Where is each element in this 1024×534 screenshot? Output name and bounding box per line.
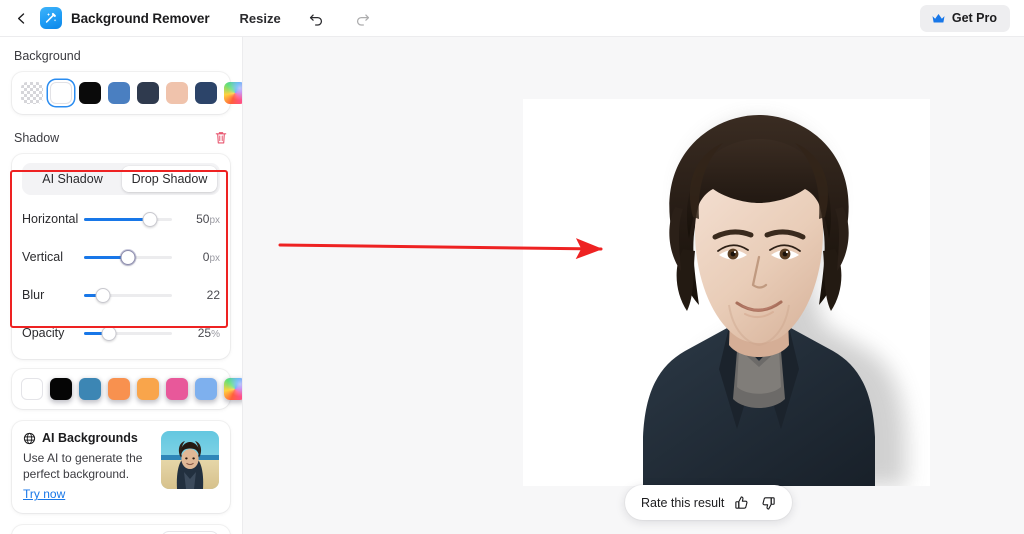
- slider-horizontal: Horizontal 50px: [22, 205, 220, 233]
- app-logo: [40, 7, 62, 29]
- background-swatch-black[interactable]: [79, 82, 101, 104]
- undo-button[interactable]: [307, 8, 327, 28]
- trash-icon: [215, 132, 227, 144]
- shadow-controls-card: AI Shadow Drop Shadow Horizontal 50px Ve…: [12, 154, 230, 359]
- slider-vertical-knob[interactable]: [120, 249, 136, 265]
- get-pro-label: Get Pro: [951, 11, 997, 25]
- background-swatch-blue[interactable]: [108, 82, 130, 104]
- ai-backgrounds-title: AI Backgrounds: [42, 431, 138, 445]
- tab-ai-shadow[interactable]: AI Shadow: [25, 166, 120, 192]
- background-section-title: Background: [14, 49, 81, 63]
- slider-horizontal-track[interactable]: [84, 210, 172, 228]
- slider-opacity: Opacity 25%: [22, 319, 220, 347]
- batch-edit-card[interactable]: Batch Edit Remove up to 200: [12, 525, 230, 534]
- chevron-left-icon: [17, 12, 24, 24]
- shadow-color-pink[interactable]: [166, 378, 188, 400]
- slider-opacity-track[interactable]: [84, 324, 172, 342]
- slider-horizontal-value: 50px: [196, 212, 220, 226]
- background-swatch-deep-navy[interactable]: [195, 82, 217, 104]
- redo-button[interactable]: [353, 8, 373, 28]
- shadow-color-light-blue[interactable]: [195, 378, 217, 400]
- shadow-delete-button[interactable]: [214, 130, 228, 145]
- back-button[interactable]: [10, 7, 32, 29]
- slider-track-fill: [84, 217, 150, 221]
- undo-icon: [310, 13, 323, 26]
- get-pro-button[interactable]: Get Pro: [919, 4, 1010, 32]
- slider-blur-value: 22: [206, 288, 220, 302]
- shadow-color-black[interactable]: [50, 378, 72, 400]
- slider-horizontal-knob[interactable]: [142, 211, 158, 227]
- result-image-frame[interactable]: [523, 99, 930, 486]
- canvas-area: Rate this result: [243, 37, 1024, 534]
- background-swatch-peach[interactable]: [166, 82, 188, 104]
- redo-icon: [357, 13, 370, 26]
- shadow-color-steel-blue[interactable]: [79, 378, 101, 400]
- slider-vertical-value: 0px: [202, 250, 220, 264]
- slider-opacity-knob[interactable]: [101, 325, 117, 341]
- ai-backgrounds-card[interactable]: AI Backgrounds Use AI to generate the pe…: [12, 421, 230, 514]
- slider-horizontal-label: Horizontal: [22, 212, 79, 226]
- tab-drop-shadow[interactable]: Drop Shadow: [122, 166, 217, 192]
- shadow-color-amber[interactable]: [137, 378, 159, 400]
- shadow-color-orange[interactable]: [108, 378, 130, 400]
- ai-backgrounds-try-now-link[interactable]: Try now: [23, 487, 65, 501]
- thumbs-down-button[interactable]: [759, 494, 776, 511]
- resize-button[interactable]: Resize: [240, 11, 281, 26]
- shadow-section-title: Shadow: [14, 130, 60, 145]
- shadow-section-header: Shadow: [0, 130, 242, 145]
- ai-backgrounds-thumbnail: [161, 431, 219, 489]
- slider-vertical: Vertical 0px: [22, 243, 220, 271]
- portrait-with-drop-shadow-image: [523, 99, 930, 486]
- shadow-color-gradient-picker[interactable]: [224, 378, 242, 400]
- app-root: Background Remover Resize Get Pro Backgr…: [0, 0, 1024, 534]
- slider-opacity-label: Opacity: [22, 326, 65, 340]
- beach-portrait-thumbnail-image: [161, 431, 219, 489]
- thumbs-down-icon: [762, 496, 775, 510]
- background-swatch-transparent[interactable]: [21, 82, 43, 104]
- sidebar: Background Shadow AI Shadow Drop Shadow …: [0, 37, 243, 534]
- ai-backgrounds-body: AI Backgrounds Use AI to generate the pe…: [23, 431, 151, 503]
- background-swatch-row: [21, 82, 242, 104]
- shadow-tabs: AI Shadow Drop Shadow: [22, 163, 220, 195]
- slider-blur-knob[interactable]: [95, 287, 111, 303]
- magic-wand-icon: [45, 12, 57, 23]
- shadow-colors-card: [12, 369, 242, 409]
- app-body: Background Shadow AI Shadow Drop Shadow …: [0, 37, 1024, 534]
- background-swatches-card: [12, 72, 242, 114]
- slider-blur-track[interactable]: [84, 286, 172, 304]
- result-image: [523, 99, 930, 486]
- slider-vertical-track[interactable]: [84, 248, 172, 266]
- sparkle-globe-icon: [23, 432, 36, 444]
- ai-backgrounds-title-row: AI Backgrounds: [23, 431, 151, 445]
- slider-opacity-value: 25%: [197, 326, 220, 340]
- background-swatch-white[interactable]: [50, 82, 72, 104]
- thumbs-up-icon: [735, 495, 748, 509]
- ai-backgrounds-description: Use AI to generate the perfect backgroun…: [23, 451, 143, 482]
- crown-icon: [932, 13, 945, 22]
- slider-blur-label: Blur: [22, 288, 45, 302]
- thumbs-up-button[interactable]: [733, 494, 750, 511]
- background-swatch-gradient-picker[interactable]: [224, 82, 242, 104]
- background-swatch-navy-slate[interactable]: [137, 82, 159, 104]
- shadow-color-white[interactable]: [21, 378, 43, 400]
- slider-vertical-label: Vertical: [22, 250, 63, 264]
- shadow-color-row: [21, 378, 242, 400]
- rate-result-label: Rate this result: [641, 495, 725, 510]
- slider-blur: Blur 22: [22, 281, 220, 309]
- rate-result-pill: Rate this result: [625, 485, 793, 520]
- top-toolbar: Background Remover Resize Get Pro: [0, 0, 1024, 37]
- app-title: Background Remover: [71, 10, 210, 26]
